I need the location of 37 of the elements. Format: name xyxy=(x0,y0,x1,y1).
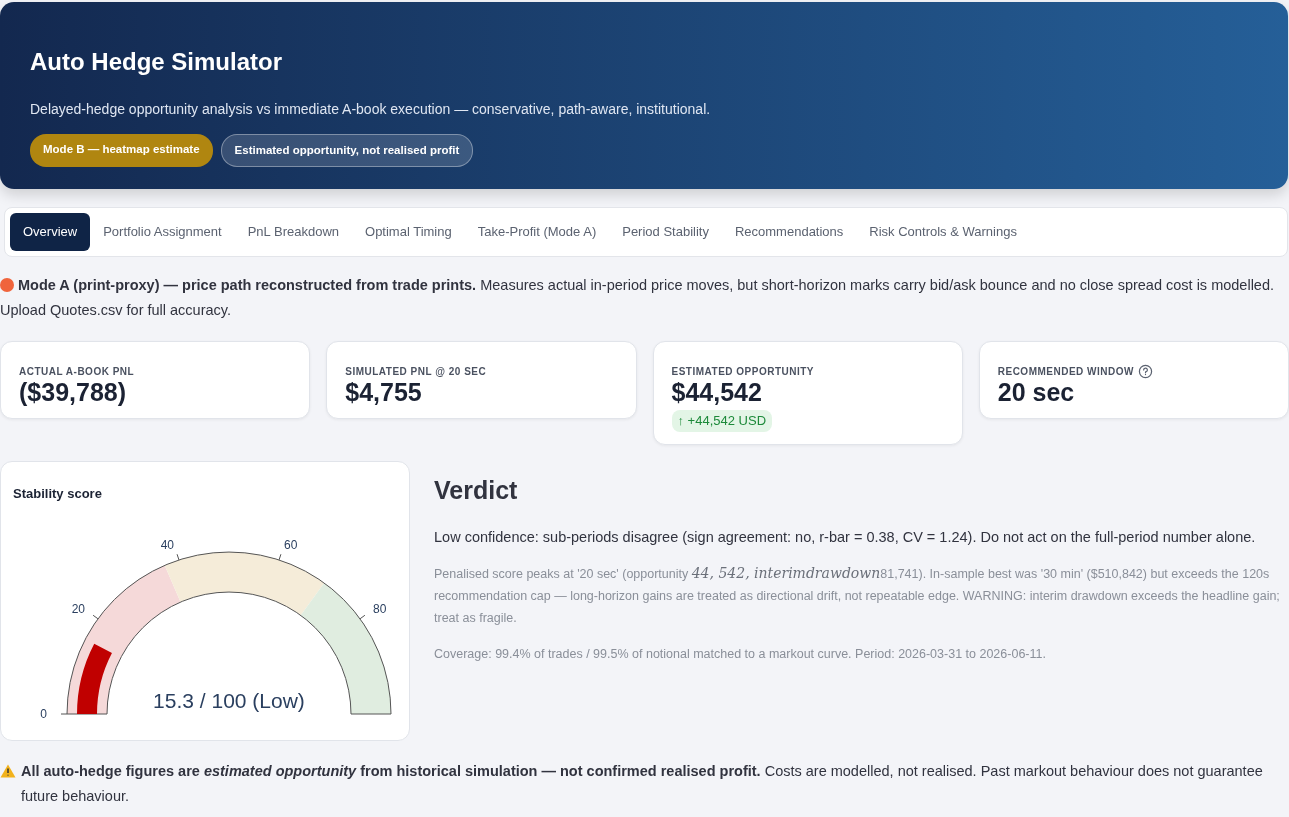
tab[interactable]: Optimal Timing xyxy=(352,213,465,251)
help-icon[interactable] xyxy=(1137,363,1153,379)
metric-value: 20 sec xyxy=(997,378,1076,407)
tab[interactable]: Risk Controls & Warnings xyxy=(856,213,1030,251)
warning-text: All auto-hedge figures are estimated opportunity from historical simulation — not confirmed realised profit. Costs are modelled, not realised. Past markout behaviour does not guarantee future behaviour. xyxy=(21,761,1264,806)
coverage-note: Coverage: 99.4% of trades / 99.5% of notional matched to a markout curve. Period: 2026-03-31 to 2026-06-11. xyxy=(434,646,1047,664)
metric-label: RECOMMENDED WINDOW xyxy=(997,364,1134,379)
mode-pill: Mode B — heatmap estimate xyxy=(30,133,213,168)
tab[interactable]: Take-Profit (Mode A) xyxy=(464,213,610,251)
section-heading: Verdict xyxy=(434,474,519,505)
tab[interactable]: Recommendations xyxy=(721,213,857,251)
gauge-tick: 60 xyxy=(278,537,298,561)
gauge-needle-bar xyxy=(77,643,112,715)
mode-notice-text: Mode A (print-proxy) — price path reconstructed from trade prints. Measures actual in-period price moves, but short-horizon marks carry bid/ask bounce and no close spread cost is modelled. Upload Quotes.csv for full accuracy. xyxy=(0,276,1275,318)
metric-label: SIMULATED PNL @ 20 SEC xyxy=(345,364,487,379)
info-pill: Estimated opportunity, not realised profit xyxy=(220,133,474,168)
delta-badge: ↑ +44,542 USD xyxy=(671,410,773,432)
page-title: Auto Hedge Simulator xyxy=(30,48,283,77)
gauge-tick: 80 xyxy=(359,602,387,620)
metric-value: ($39,788) xyxy=(19,378,128,407)
gauge-tick: 0 xyxy=(40,707,68,722)
gauge-tick: 20 xyxy=(71,602,99,620)
tab[interactable]: Overview xyxy=(10,213,91,251)
card-title: Stability score xyxy=(13,484,103,503)
verdict-summary: Low confidence: sub-periods disagree (sign agreement: no, r-bar = 0.38, CV = 1.24). Do not act on the full-period number alone. xyxy=(434,527,1257,547)
tab[interactable]: PnL Breakdown xyxy=(234,213,352,251)
tab[interactable]: Period Stability xyxy=(609,213,722,251)
metric-value: $44,542 xyxy=(671,378,763,407)
page-subtitle: Delayed-hedge opportunity analysis vs immediate A-book execution — conservative, path-aware, institutional. xyxy=(30,99,712,119)
metric-label: ACTUAL A-BOOK PNL xyxy=(19,364,135,379)
warning-icon xyxy=(0,763,16,778)
metric-label: ESTIMATED OPPORTUNITY xyxy=(671,364,815,379)
gauge-readout: 15.3 / 100 (Low) xyxy=(153,689,305,713)
tab[interactable]: Portfolio Assignment xyxy=(90,213,235,251)
metric-value: $4,755 xyxy=(345,378,423,407)
gauge-tick: 40 xyxy=(160,537,180,561)
verdict-detail: Penalised score peaks at '20 sec' (opportunity 44, 542, interimdrawdown81,741). In-sample best was '30 min' ($510,842) but exceeds the 120s recommendation cap — long-horizon gains are treated as directional drift, not repeatable edge. WARNING: interim drawdown exceeds the headline gain; treat as fragile. xyxy=(434,564,1281,628)
